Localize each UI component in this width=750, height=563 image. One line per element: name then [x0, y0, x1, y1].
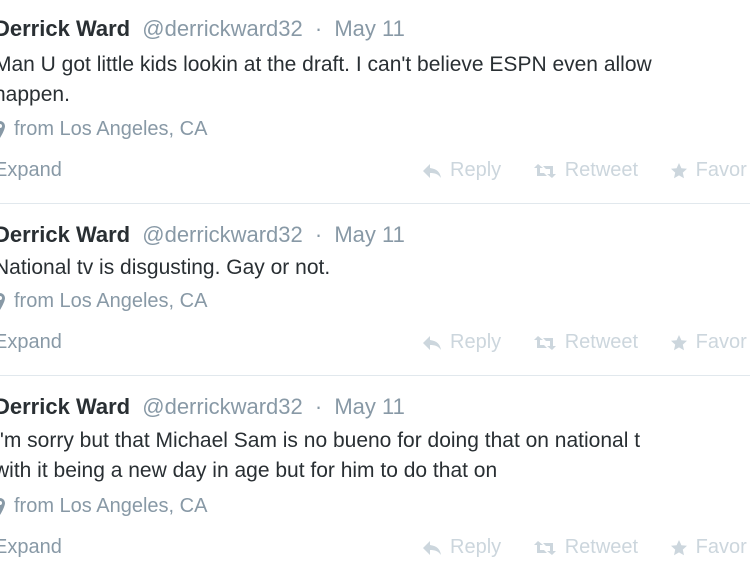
retweet-icon	[533, 163, 556, 178]
reply-label: Reply	[450, 159, 502, 181]
location-pin-icon	[0, 120, 5, 138]
reply-label: Reply	[450, 536, 502, 558]
location-pin-icon	[0, 497, 5, 515]
separator: ·	[314, 222, 323, 247]
expand-link[interactable]: Expand	[0, 536, 62, 559]
retweet-label: Retweet	[564, 331, 639, 353]
favorite-button[interactable]: Favor	[670, 159, 747, 182]
tweet-text: National tv is disgusting. Gay or not.	[0, 253, 330, 283]
tweet-location[interactable]: from Los Angeles, CA	[0, 118, 207, 141]
tweet-header: Derrick Ward @derrickward32 · May 11	[0, 394, 405, 420]
retweet-label: Retweet	[564, 536, 639, 558]
favorite-label: Favor	[695, 159, 747, 181]
separator: ·	[314, 16, 323, 41]
tweet-text-line: Man U got little kids lookin at the draf…	[0, 53, 652, 76]
tweet-date[interactable]: May 11	[334, 222, 405, 247]
divider	[0, 375, 750, 376]
tweet-location[interactable]: from Los Angeles, CA	[0, 495, 207, 518]
location-label: from Los Angeles, CA	[14, 495, 208, 517]
tweet-date[interactable]: May 11	[334, 16, 405, 41]
divider	[0, 203, 750, 204]
location-pin-icon	[0, 292, 5, 310]
author-name[interactable]: Derrick Ward	[0, 222, 130, 247]
reply-label: Reply	[450, 331, 502, 353]
tweet-text: Man U got little kids lookin at the draf…	[0, 50, 652, 110]
location-label: from Los Angeles, CA	[14, 290, 208, 312]
author-handle[interactable]: @derrickward32	[142, 394, 303, 419]
tweet-text-line: National tv is disgusting. Gay or not.	[0, 256, 331, 279]
tweet-location[interactable]: from Los Angeles, CA	[0, 290, 207, 313]
author-name[interactable]: Derrick Ward	[0, 394, 130, 419]
reply-button[interactable]: Reply	[422, 536, 501, 559]
reply-icon	[423, 335, 441, 350]
tweet-text: I'm sorry but that Michael Sam is no bue…	[0, 426, 640, 486]
location-label: from Los Angeles, CA	[14, 118, 208, 140]
expand-link[interactable]: Expand	[0, 159, 62, 182]
separator: ·	[314, 394, 323, 419]
tweet-date[interactable]: May 11	[334, 394, 405, 419]
favorite-label: Favor	[695, 331, 747, 353]
star-icon	[670, 334, 687, 350]
reply-button[interactable]: Reply	[422, 159, 501, 182]
author-handle[interactable]: @derrickward32	[142, 222, 303, 247]
tweet-actions: Reply Retweet Favor	[422, 536, 750, 559]
star-icon	[670, 539, 687, 555]
reply-icon	[423, 163, 441, 178]
tweet-actions: Reply Retweet Favor	[422, 159, 750, 182]
expand-link[interactable]: Expand	[0, 331, 62, 354]
author-name[interactable]: Derrick Ward	[0, 16, 130, 41]
star-icon	[670, 162, 687, 178]
retweet-button[interactable]: Retweet	[533, 159, 638, 182]
favorite-label: Favor	[695, 536, 747, 558]
tweet-text-line: happen.	[0, 83, 70, 106]
reply-button[interactable]: Reply	[422, 331, 501, 354]
retweet-icon	[533, 540, 556, 555]
author-handle[interactable]: @derrickward32	[142, 16, 303, 41]
tweet-header: Derrick Ward @derrickward32 · May 11	[0, 222, 405, 248]
favorite-button[interactable]: Favor	[670, 331, 747, 354]
favorite-button[interactable]: Favor	[670, 536, 747, 559]
tweet-actions: Reply Retweet Favor	[422, 331, 750, 354]
reply-icon	[423, 540, 441, 555]
tweet-text-line: with it being a new day in age but for h…	[0, 459, 498, 482]
tweet-text-line: I'm sorry but that Michael Sam is no bue…	[0, 429, 641, 452]
tweet-header: Derrick Ward @derrickward32 · May 11	[0, 16, 405, 42]
retweet-icon	[533, 335, 556, 350]
retweet-label: Retweet	[564, 159, 639, 181]
retweet-button[interactable]: Retweet	[533, 331, 638, 354]
retweet-button[interactable]: Retweet	[533, 536, 638, 559]
